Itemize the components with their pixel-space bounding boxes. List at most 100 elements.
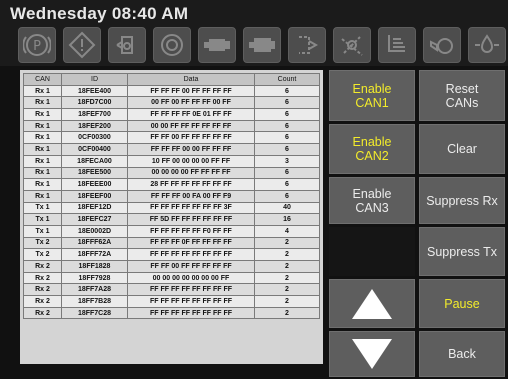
button-label: Suppress Rx <box>426 193 498 208</box>
cell-can: Rx 2 <box>23 260 62 273</box>
cell-data: 00 00 FF FF FF FF FF FF <box>127 119 255 133</box>
cell-count: 2 <box>254 248 320 261</box>
table-row[interactable]: Rx 1 18FEEF00 FF FF FF 00 FA 00 FF F9 6 <box>23 189 320 203</box>
cell-id: 18FF7B28 <box>61 295 128 308</box>
table-row[interactable]: Tx 2 18FFF62A FF FF FF 0F FF FF FF FF 2 <box>23 236 320 250</box>
table-row[interactable]: Rx 1 0CF00400 FF FF FF 00 00 FF FF FF 6 <box>23 143 320 156</box>
engine-icon <box>198 27 236 63</box>
cell-can: Rx 2 <box>23 306 62 320</box>
empty-button-slot <box>329 227 415 276</box>
button-label-line: CAN2 <box>355 149 389 163</box>
cell-data: 00 00 00 00 00 00 00 FF <box>127 271 255 285</box>
button-label: Clear <box>447 142 477 156</box>
cell-can: Rx 1 <box>23 154 62 168</box>
cell-data: 28 FF FF FF FF FF FF FF <box>127 178 255 191</box>
clear-button[interactable]: Clear <box>419 124 505 174</box>
cell-count: 6 <box>254 178 320 191</box>
cell-id: 18FEEF00 <box>61 189 128 203</box>
table-row[interactable]: Rx 2 18FF7A28 FF FF FF FF FF FF FF FF 2 <box>23 283 320 297</box>
cell-id: 18FEEE00 <box>61 178 128 191</box>
column-header-count: Count <box>254 73 320 86</box>
cell-count: 3 <box>254 154 320 168</box>
table-row[interactable]: Rx 1 18FECA00 10 FF 00 00 00 00 FF FF 3 <box>23 154 320 168</box>
table-row[interactable]: Tx 1 18FEF12D FF FF FF FF FF FF FF 3F 40 <box>23 201 320 215</box>
cell-data: FF FF FF FF 0E 01 FF FF <box>127 108 255 121</box>
warning-icon <box>63 27 101 63</box>
suppress-tx-button[interactable]: Suppress Tx <box>419 227 505 276</box>
table-row[interactable]: Rx 2 18FF1828 FF FF 00 FF FF FF FF FF 2 <box>23 260 320 273</box>
cell-count: 4 <box>254 224 320 238</box>
button-label: Back <box>448 347 476 361</box>
table-row[interactable]: Rx 1 18FEEE00 28 FF FF FF FF FF FF FF 6 <box>23 178 320 191</box>
cell-can: Rx 2 <box>23 271 62 285</box>
cell-data: 00 FF 00 FF FF FF 00 FF <box>127 96 255 110</box>
cell-count: 6 <box>254 108 320 121</box>
engine-warning-icon <box>243 27 281 63</box>
enable-can2-button[interactable]: Enable CAN2 <box>329 124 415 174</box>
cell-can: Tx 1 <box>23 201 62 215</box>
column-header-data: Data <box>127 73 255 86</box>
cell-can: Rx 2 <box>23 283 62 297</box>
button-label-line: Enable <box>352 186 392 201</box>
table-row[interactable]: Rx 2 18FF7B28 FF FF FF FF FF FF FF FF 2 <box>23 295 320 308</box>
cell-count: 16 <box>254 213 320 226</box>
scroll-down-button[interactable] <box>329 331 415 377</box>
coolant-level-icon <box>108 27 146 63</box>
table-row[interactable]: Tx 1 18E0002D FF FF FF FF FF F0 FF FF 4 <box>23 224 320 238</box>
cell-can: Rx 1 <box>23 84 62 98</box>
cell-can: Tx 1 <box>23 224 62 238</box>
cell-id: 18FEF200 <box>61 119 128 133</box>
pause-button[interactable]: Pause <box>419 279 505 328</box>
cell-data: 10 FF 00 00 00 00 FF FF <box>127 154 255 168</box>
cell-count: 6 <box>254 119 320 133</box>
cell-can: Rx 1 <box>23 143 62 156</box>
table-row[interactable]: Rx 1 18FEE500 00 00 00 00 FF FF FF FF 6 <box>23 166 320 180</box>
cell-data: FF FF FF FF FF FF FF FF <box>127 248 255 261</box>
button-label-line: CAN3 <box>355 200 389 215</box>
cell-data: FF FF FF FF FF FF FF FF <box>127 295 255 308</box>
cell-count: 6 <box>254 143 320 156</box>
table-row[interactable]: Rx 1 18FEF200 00 00 FF FF FF FF FF FF 6 <box>23 119 320 133</box>
svg-text:P: P <box>33 39 41 54</box>
oil-drop-icon <box>468 27 506 63</box>
cell-count: 2 <box>254 283 320 297</box>
table-row[interactable]: Rx 1 18FEE400 FF FF FF 00 FF FF FF FF 6 <box>23 84 320 98</box>
back-button[interactable]: Back <box>419 331 505 377</box>
column-header-can: CAN <box>23 73 62 86</box>
battery-gauge-icon <box>288 27 326 63</box>
enable-can3-button[interactable]: Enable CAN3 <box>329 177 415 224</box>
cell-can: Rx 1 <box>23 96 62 110</box>
table-row[interactable]: Rx 1 18FEF700 FF FF FF FF 0E 01 FF FF 6 <box>23 108 320 121</box>
cell-can: Tx 2 <box>23 236 62 250</box>
table-row[interactable]: Tx 2 18FFF72A FF FF FF FF FF FF FF FF 2 <box>23 248 320 261</box>
enable-can1-button[interactable]: Enable CAN1 <box>329 70 415 121</box>
cell-id: 18E0002D <box>61 224 128 238</box>
cell-count: 2 <box>254 260 320 273</box>
cell-id: 18FF1828 <box>61 260 128 273</box>
tire-icon <box>153 27 191 63</box>
can-message-table: CAN ID Data Count Rx 1 18FEE400 FF FF FF 0… <box>20 70 323 364</box>
cell-data: FF 5D FF FF FF FF FF FF <box>127 213 255 226</box>
suppress-rx-button[interactable]: Suppress Rx <box>419 177 505 224</box>
cell-id: 18FEF12D <box>61 201 128 215</box>
cell-id: 18FFF72A <box>61 248 128 261</box>
table-row[interactable]: Rx 1 18FD7C00 00 FF 00 FF FF FF 00 FF 6 <box>23 96 320 110</box>
date-time-display: Wednesday 08:40 AM <box>10 4 189 23</box>
cell-count: 2 <box>254 236 320 250</box>
table-row[interactable]: Rx 1 0CF00300 FF FF 00 FF FF FF FF FF 6 <box>23 131 320 145</box>
reset-cans-button[interactable]: Reset CANs <box>419 70 505 121</box>
table-row[interactable]: Rx 2 18FF7C28 FF FF FF FF FF FF FF FF 2 <box>23 306 320 320</box>
cell-can: Rx 1 <box>23 108 62 121</box>
table-row[interactable]: Rx 2 18FF7928 00 00 00 00 00 00 00 FF 2 <box>23 271 320 285</box>
status-header: Wednesday 08:40 AM P <box>0 0 508 66</box>
cell-count: 2 <box>254 295 320 308</box>
table-row[interactable]: Tx 1 18FEFC27 FF 5D FF FF FF FF FF FF 16 <box>23 213 320 226</box>
cell-can: Rx 1 <box>23 178 62 191</box>
cell-data: FF FF FF 0F FF FF FF FF <box>127 236 255 250</box>
cell-data: FF FF 00 FF FF FF FF FF <box>127 260 255 273</box>
cell-id: 0CF00300 <box>61 131 128 145</box>
cell-id: 18FF7928 <box>61 271 128 285</box>
cell-id: 18FEE400 <box>61 84 128 98</box>
scroll-up-button[interactable] <box>329 279 415 328</box>
cell-can: Rx 2 <box>23 295 62 308</box>
